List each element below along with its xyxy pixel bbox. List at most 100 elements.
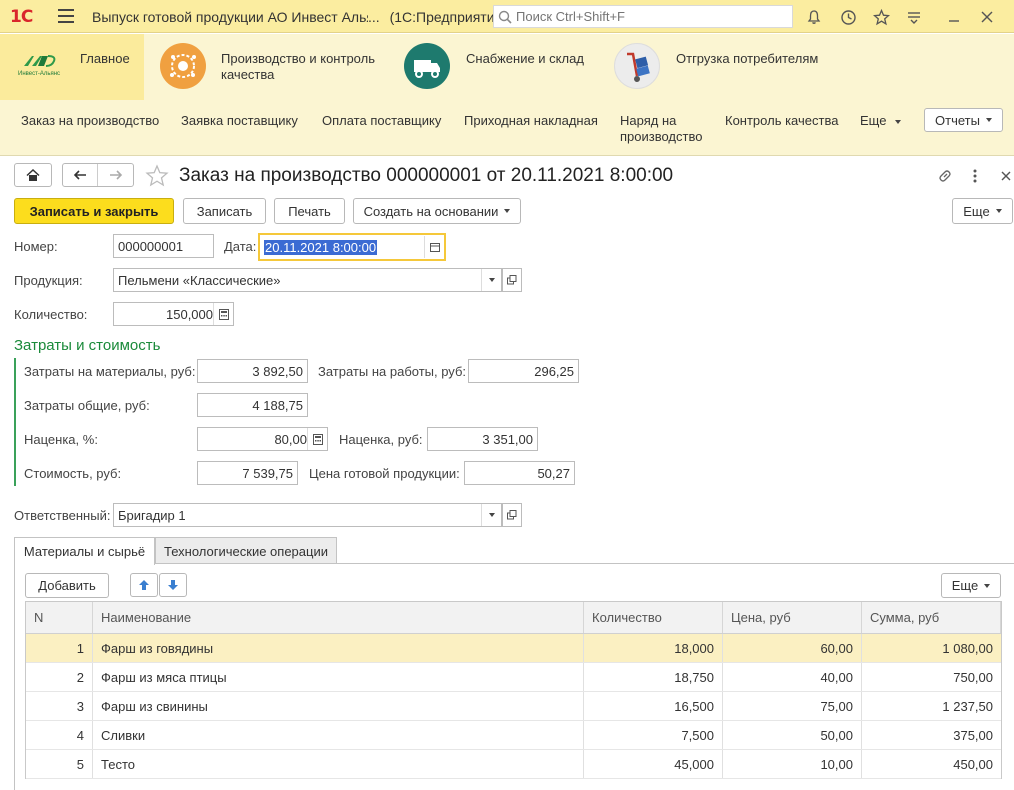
col-qty-header[interactable]: Количество	[584, 602, 723, 633]
dropdown-icon[interactable]	[481, 504, 501, 526]
more-actions-icon[interactable]	[965, 166, 985, 186]
table-row[interactable]: 2 Фарш из мяса птицы 18,750 40,00 750,00	[26, 663, 1001, 692]
open-product-icon[interactable]	[502, 268, 522, 292]
product-price-field[interactable]: 50,27	[464, 461, 575, 485]
app-title-suffix: (1С:Предприятие)	[389, 9, 507, 25]
product-label: Продукция:	[14, 273, 83, 288]
form-more-button[interactable]: Еще	[952, 198, 1013, 224]
number-field[interactable]: 000000001	[113, 234, 214, 258]
quantity-value: 150,000	[166, 306, 213, 322]
save-button[interactable]: Записать	[183, 198, 266, 224]
move-up-button[interactable]	[130, 573, 158, 597]
materials-cost-field[interactable]: 3 892,50	[197, 359, 308, 383]
dropdown-icon[interactable]	[481, 269, 501, 291]
section-shipment-label: Отгрузка потребителям	[676, 51, 819, 66]
cell-n: 4	[26, 721, 93, 749]
truck-icon	[404, 43, 450, 89]
cell-qty: 18,750	[584, 663, 723, 691]
cell-price: 10,00	[723, 750, 862, 778]
cell-name: Тесто	[93, 750, 584, 778]
markup-rub-field[interactable]: 3 351,00	[427, 427, 538, 451]
cost-field[interactable]: 7 539,75	[197, 461, 298, 485]
back-button[interactable]	[63, 164, 99, 186]
chevron-down-icon	[504, 209, 511, 213]
cmd-production-order[interactable]: Заказ на производство	[21, 113, 159, 129]
cmd-supplier-payment[interactable]: Оплата поставщику	[322, 113, 441, 129]
col-name-header[interactable]: Наименование	[93, 602, 584, 633]
cmd-receipt-invoice[interactable]: Приходная накладная	[464, 113, 598, 129]
costs-group-bar	[14, 358, 16, 486]
cell-price: 40,00	[723, 663, 862, 691]
col-price-header[interactable]: Цена, руб	[723, 602, 862, 633]
bell-icon[interactable]	[803, 6, 825, 28]
chevron-down-icon	[895, 119, 902, 124]
calculator-icon[interactable]	[307, 428, 327, 450]
cell-n: 3	[26, 692, 93, 720]
quantity-field[interactable]: 150,000	[113, 302, 234, 326]
product-field[interactable]: Пельмени «Классические»	[113, 268, 502, 292]
calendar-icon[interactable]	[424, 236, 444, 258]
markup-percent-field[interactable]: 80,00	[197, 427, 328, 451]
cmd-supplier-request[interactable]: Заявка поставщику	[181, 113, 298, 129]
section-supply[interactable]: Снабжение и склад	[394, 34, 604, 100]
responsible-label: Ответственный:	[14, 508, 111, 523]
table-header: N Наименование Количество Цена, руб Сумм…	[26, 602, 1001, 634]
main-menu-icon[interactable]	[58, 9, 74, 23]
close-window-icon[interactable]	[976, 6, 998, 28]
cmd-more[interactable]: Еще	[860, 113, 902, 129]
responsible-field[interactable]: Бригадир 1	[113, 503, 502, 527]
form-title: Заказ на производство 000000001 от 20.11…	[179, 165, 674, 186]
section-production[interactable]: Производство и контроль качества	[144, 34, 394, 100]
section-production-label: Производство и контроль качества	[221, 51, 375, 82]
cell-price: 75,00	[723, 692, 862, 720]
link-icon[interactable]	[935, 166, 955, 186]
move-down-button[interactable]	[159, 573, 187, 597]
home-icon	[26, 168, 40, 181]
materials-cost-label: Затраты на материалы, руб:	[24, 364, 196, 379]
cell-sum: 1 080,00	[942, 640, 993, 656]
cost-label: Стоимость, руб:	[24, 466, 122, 481]
product-price-label: Цена готовой продукции:	[309, 466, 460, 481]
reports-label: Отчеты	[935, 112, 980, 128]
col-n-header[interactable]: N	[26, 602, 93, 633]
favorites-star-icon[interactable]	[870, 6, 892, 28]
works-cost-field[interactable]: 296,25	[468, 359, 579, 383]
global-search[interactable]	[493, 5, 793, 28]
calculator-icon[interactable]	[213, 303, 233, 325]
reports-button[interactable]: Отчеты	[924, 108, 1003, 132]
col-sum-header[interactable]: Сумма, руб	[862, 602, 1001, 633]
quantity-label: Количество:	[14, 307, 88, 322]
table-row[interactable]: 5 Тесто 45,000 10,00 450,00	[26, 750, 1001, 779]
favorite-star-icon[interactable]	[145, 164, 169, 191]
minimize-icon[interactable]	[943, 6, 965, 28]
total-cost-field[interactable]: 4 188,75	[197, 393, 308, 417]
tab-materials[interactable]: Материалы и сырьё	[14, 537, 155, 565]
cell-price: 50,00	[723, 721, 862, 749]
cmd-work-order[interactable]: Наряд на производство	[620, 113, 702, 145]
section-shipment[interactable]: Отгрузка потребителям	[604, 34, 844, 100]
table-more-button[interactable]: Еще	[941, 573, 1001, 598]
date-field[interactable]: 20.11.2021 8:00:00	[258, 233, 446, 261]
arrow-left-icon	[73, 170, 86, 180]
cell-qty: 18,000	[584, 634, 723, 662]
forward-button[interactable]	[98, 164, 133, 186]
save-and-close-button[interactable]: Записать и закрыть	[14, 198, 174, 224]
table-row[interactable]: 1 Фарш из говядины 18,000 60,00 1 080,00	[26, 634, 1001, 663]
print-button[interactable]: Печать	[274, 198, 345, 224]
history-icon[interactable]	[837, 6, 859, 28]
table-row[interactable]: 4 Сливки 7,500 50,00 375,00	[26, 721, 1001, 750]
cmd-quality-control[interactable]: Контроль качества	[725, 113, 838, 129]
section-home[interactable]: Инвест-Альянс Главное	[0, 34, 144, 100]
cell-sum: 375,00	[953, 727, 993, 743]
settings-menu-icon[interactable]	[903, 6, 925, 28]
search-input[interactable]	[516, 6, 776, 27]
close-form-icon[interactable]	[996, 166, 1014, 186]
open-responsible-icon[interactable]	[502, 503, 522, 527]
add-row-button[interactable]: Добавить	[25, 573, 109, 598]
table-row[interactable]: 3 Фарш из свинины 16,500 75,00 1 237,50	[26, 692, 1001, 721]
home-button[interactable]	[14, 163, 52, 187]
cell-sum: 750,00	[953, 669, 993, 685]
arrow-up-icon	[139, 580, 149, 590]
create-based-on-button[interactable]: Создать на основании	[353, 198, 521, 224]
tab-operations[interactable]: Технологические операции	[155, 537, 337, 564]
